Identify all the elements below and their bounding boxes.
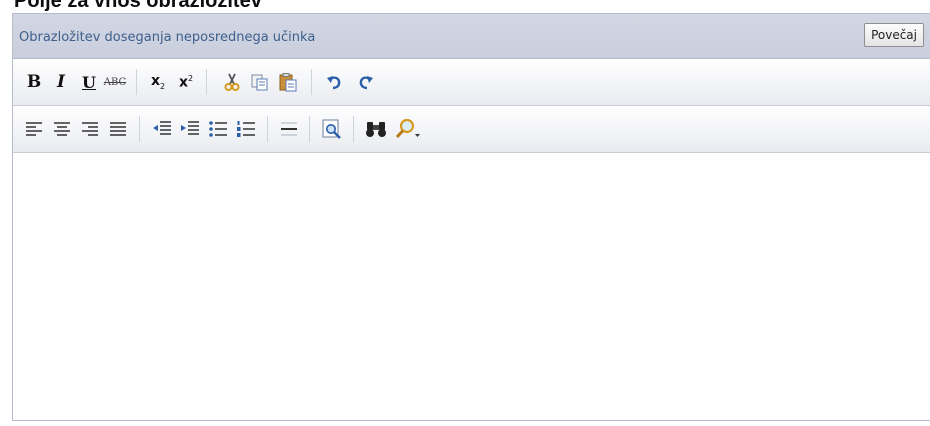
toolbar-separator [353, 116, 354, 142]
paste-button[interactable] [274, 68, 302, 96]
numbered-list-icon [237, 121, 255, 137]
align-justify-button[interactable] [104, 115, 132, 143]
editor-title: Obrazložitev doseganja neposrednega učin… [19, 30, 316, 45]
italic-icon: I [57, 72, 65, 92]
outdent-button[interactable] [148, 115, 176, 143]
preview-button[interactable] [318, 115, 346, 143]
align-left-icon [26, 122, 42, 136]
zoom-button[interactable] [390, 115, 424, 143]
bold-icon: B [26, 72, 42, 92]
toolbar-separator [309, 116, 310, 142]
align-right-button[interactable] [76, 115, 104, 143]
align-center-icon [54, 122, 70, 136]
align-justify-icon [110, 122, 126, 136]
horizontal-rule-button[interactable] [275, 115, 303, 143]
subscript-button[interactable]: x2 [144, 68, 172, 96]
page-heading: Polje za vnos obrazložitev [14, 0, 262, 11]
paste-icon [279, 73, 297, 92]
copy-button[interactable] [246, 68, 274, 96]
scissors-icon [224, 73, 240, 91]
formatting-toolbar: B I U ABC x2 x2 [13, 59, 930, 106]
redo-button[interactable] [351, 68, 379, 96]
editor-content-area[interactable] [13, 153, 930, 420]
toolbar-separator [139, 116, 140, 142]
indent-button[interactable] [176, 115, 204, 143]
strikethrough-button[interactable]: ABC [101, 68, 129, 96]
cut-button[interactable] [218, 68, 246, 96]
bulleted-list-button[interactable] [204, 115, 232, 143]
toolbar-separator [267, 116, 268, 142]
rich-text-editor: Obrazložitev doseganja neposrednega učin… [12, 13, 930, 421]
redo-icon [359, 76, 373, 90]
magnifier-icon [395, 118, 420, 139]
toolbar-separator [206, 69, 207, 95]
undo-button[interactable] [321, 68, 349, 96]
subscript-icon: x2 [150, 73, 166, 91]
undo-icon [327, 76, 341, 90]
italic-button[interactable]: I [47, 68, 75, 96]
bold-button[interactable]: B [20, 68, 48, 96]
toolbar-separator [311, 69, 312, 95]
superscript-button[interactable]: x2 [172, 68, 200, 96]
superscript-icon: x2 [178, 73, 194, 91]
copy-icon [251, 74, 268, 91]
enlarge-button[interactable]: Povečaj [864, 23, 924, 47]
paragraph-toolbar [13, 106, 930, 153]
horizontal-rule-icon [281, 122, 297, 136]
toolbar-separator [136, 69, 137, 95]
underline-button[interactable]: U [75, 68, 103, 96]
indent-icon [181, 121, 199, 135]
strikethrough-icon: ABC [103, 76, 127, 88]
align-right-icon [82, 122, 98, 136]
align-left-button[interactable] [20, 115, 48, 143]
align-center-button[interactable] [48, 115, 76, 143]
outdent-icon [153, 121, 171, 135]
numbered-list-button[interactable] [232, 115, 260, 143]
binoculars-icon [366, 122, 386, 137]
underline-icon: U [82, 72, 96, 92]
bulleted-list-icon [209, 121, 227, 137]
find-button[interactable] [362, 115, 390, 143]
preview-icon [322, 119, 341, 139]
editor-header: Obrazložitev doseganja neposrednega učin… [13, 14, 930, 59]
